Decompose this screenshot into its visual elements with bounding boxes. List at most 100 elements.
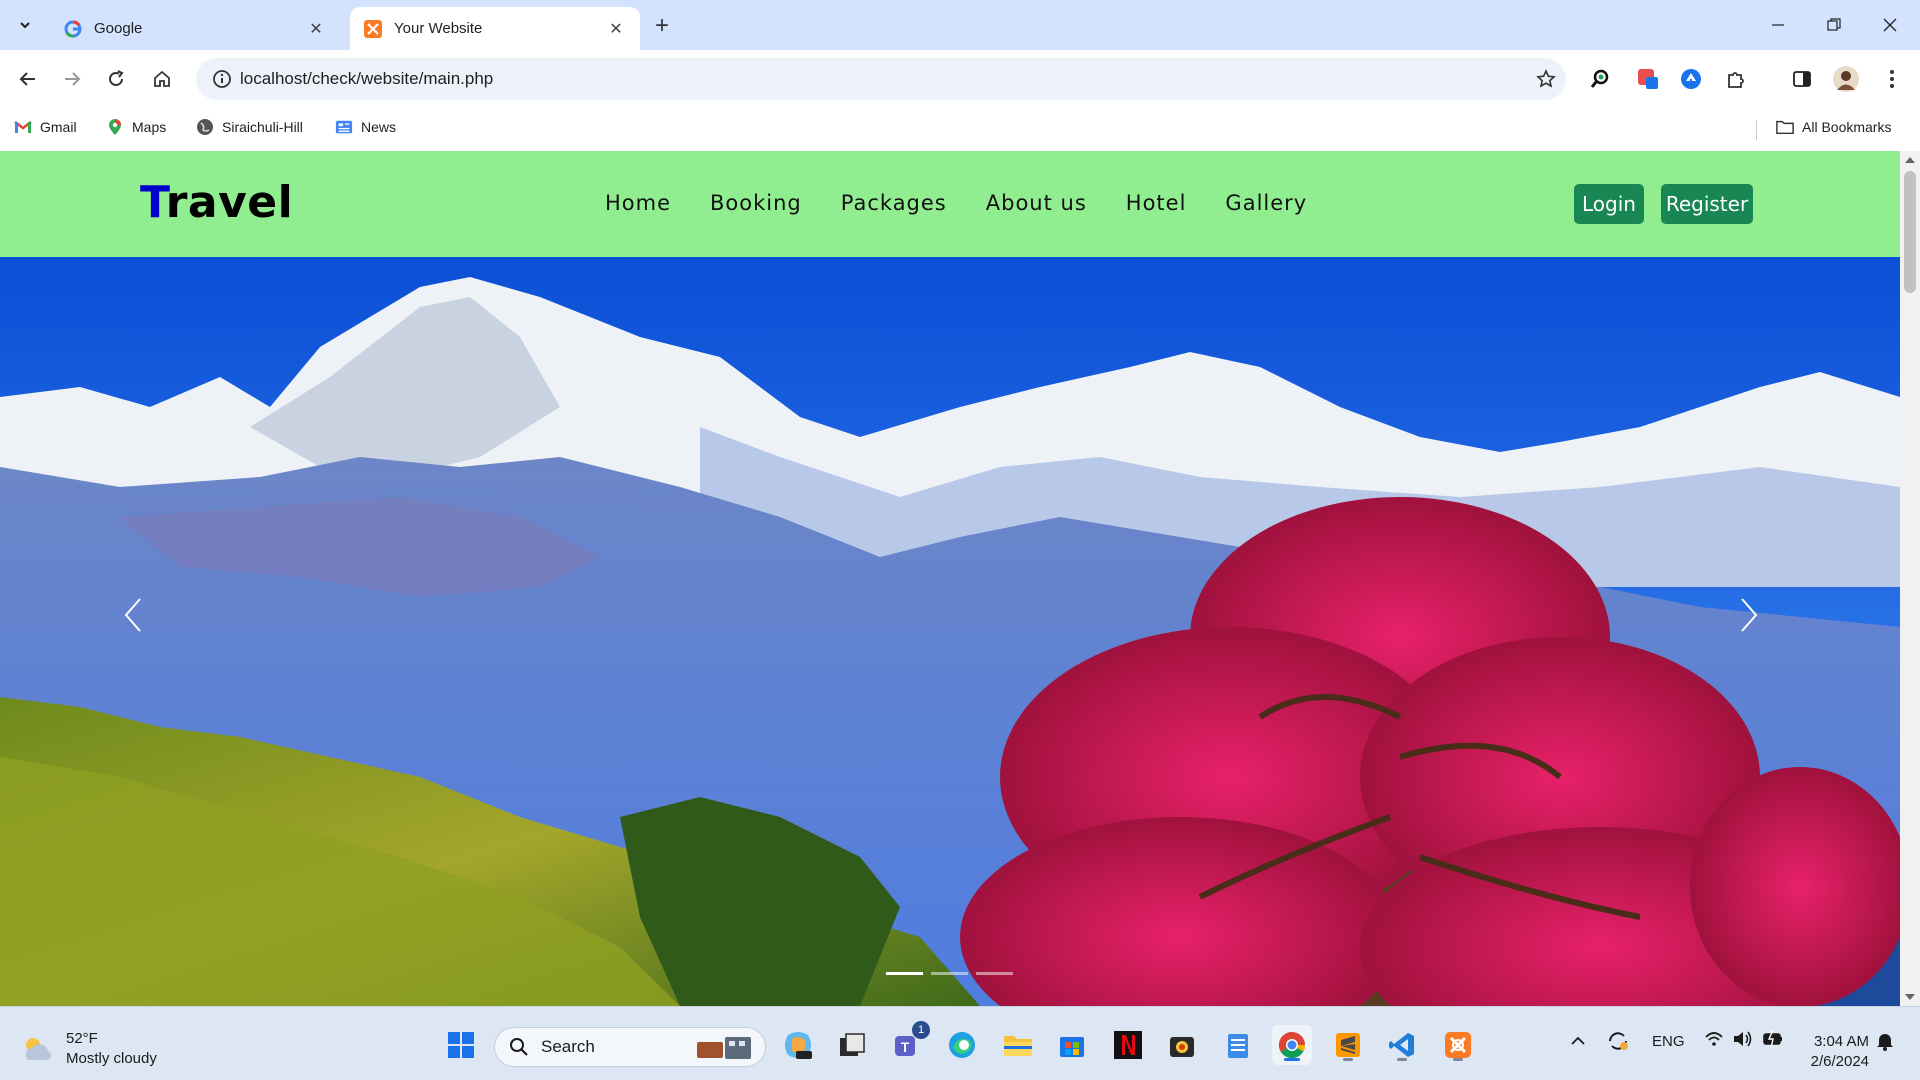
weather-temp: 52°F <box>66 1030 98 1047</box>
bookmark-star-icon[interactable] <box>1526 69 1566 89</box>
reload-button[interactable] <box>99 62 133 96</box>
netflix-icon[interactable] <box>1108 1025 1148 1065</box>
lens-extension-icon[interactable] <box>1584 63 1616 95</box>
cast-extension-icon[interactable] <box>1632 63 1664 95</box>
nav-gallery[interactable]: Gallery <box>1225 191 1307 215</box>
file-explorer-icon[interactable] <box>998 1025 1038 1065</box>
windows-logo-icon <box>448 1032 474 1058</box>
close-window-button[interactable] <box>1870 10 1910 40</box>
site-info-icon[interactable] <box>204 69 240 89</box>
all-bookmarks-button[interactable]: All Bookmarks <box>1776 118 1891 136</box>
search-highlight-icon <box>697 1037 751 1059</box>
chevron-right-icon <box>1741 598 1758 632</box>
carousel-indicator[interactable] <box>886 972 923 975</box>
main-nav: Home Booking Packages About us Hotel Gal… <box>605 191 1346 215</box>
teams-icon[interactable]: T 1 <box>888 1021 930 1065</box>
weather-widget[interactable]: 52°F Mostly cloudy <box>20 1029 157 1069</box>
carousel-next-button[interactable] <box>1738 597 1778 647</box>
carousel-prev-button[interactable] <box>122 597 162 647</box>
vscode-icon[interactable] <box>1382 1025 1422 1065</box>
tab-your-website[interactable]: Your Website ✕ <box>350 7 640 50</box>
notepad-icon[interactable] <box>1218 1025 1258 1065</box>
logo-first-letter: T <box>140 177 166 228</box>
nav-about-us[interactable]: About us <box>986 191 1087 215</box>
carousel-indicator[interactable] <box>976 972 1013 975</box>
clock-date: 2/6/2024 <box>1810 1053 1869 1070</box>
restore-button[interactable] <box>1814 10 1854 40</box>
profile-avatar[interactable] <box>1830 63 1862 95</box>
bookmark-siraichuli-hill[interactable]: Siraichuli-Hill <box>196 118 303 136</box>
site-header: Travel Home Booking Packages About us Ho… <box>0 151 1900 257</box>
media-app-icon[interactable] <box>1162 1025 1202 1065</box>
task-view-icon[interactable] <box>832 1025 872 1065</box>
chevron-left-icon <box>124 598 141 632</box>
minimize-button[interactable] <box>1758 10 1798 40</box>
teams-badge: 1 <box>912 1021 930 1039</box>
taskbar-search[interactable]: Search <box>494 1027 766 1067</box>
register-button[interactable]: Register <box>1661 184 1753 224</box>
address-bar[interactable]: localhost/check/website/main.php <box>196 58 1566 100</box>
active-app-indicator <box>1284 1058 1300 1061</box>
volume-icon[interactable] <box>1732 1029 1754 1053</box>
carousel-indicators <box>886 972 1013 975</box>
clock[interactable]: 3:04 AM 2/6/2024 <box>1795 1032 1869 1072</box>
maps-pin-icon <box>106 118 124 136</box>
close-tab-icon[interactable]: ✕ <box>306 19 326 39</box>
carousel-indicator[interactable] <box>931 972 968 975</box>
arrow-left-icon <box>19 72 35 86</box>
bookmark-news[interactable]: News <box>335 118 396 136</box>
page-viewport: Travel Home Booking Packages About us Ho… <box>0 151 1920 1006</box>
edge-icon[interactable] <box>942 1025 982 1065</box>
drive-extension-icon[interactable] <box>1675 63 1707 95</box>
close-icon <box>1883 18 1897 32</box>
logo-rest: ravel <box>165 177 294 228</box>
scrollbar-thumb[interactable] <box>1904 171 1916 293</box>
xampp-taskbar-icon[interactable] <box>1438 1025 1478 1065</box>
sublime-text-icon[interactable] <box>1328 1025 1368 1065</box>
back-button[interactable] <box>11 62 45 96</box>
scroll-down-icon[interactable] <box>1905 994 1915 1000</box>
reload-icon <box>109 70 124 86</box>
nav-home[interactable]: Home <box>605 191 671 215</box>
forward-button[interactable] <box>55 62 89 96</box>
side-panel-icon[interactable] <box>1786 63 1818 95</box>
page-scrollbar[interactable] <box>1900 151 1920 1006</box>
hero-image <box>0 257 1900 1006</box>
cloudy-weather-icon <box>25 1038 51 1060</box>
login-button[interactable]: Login <box>1574 184 1644 224</box>
folder-icon <box>1776 118 1794 136</box>
running-app-indicator <box>1343 1058 1353 1061</box>
battery-icon[interactable] <box>1762 1029 1784 1053</box>
google-g-icon <box>64 20 82 37</box>
home-button[interactable] <box>145 62 179 96</box>
scroll-up-icon[interactable] <box>1905 157 1915 163</box>
more-menu-icon[interactable] <box>1876 63 1908 95</box>
tab-search-button[interactable] <box>10 10 40 40</box>
weather-description: Mostly cloudy <box>66 1050 157 1067</box>
new-tab-button[interactable]: + <box>648 12 676 40</box>
search-icon <box>510 1038 528 1056</box>
tab-google[interactable]: Google ✕ <box>50 7 340 50</box>
bookmarks-divider <box>1756 120 1757 140</box>
nav-hotel[interactable]: Hotel <box>1126 191 1187 215</box>
notification-bell-icon[interactable] <box>1876 1031 1894 1055</box>
extensions-puzzle-icon[interactable] <box>1720 63 1752 95</box>
bookmark-maps[interactable]: Maps <box>106 118 166 136</box>
tab-strip: Google ✕ Your Website ✕ + <box>0 0 1920 50</box>
microsoft-store-icon[interactable] <box>1052 1025 1092 1065</box>
svg-text:T: T <box>901 1039 910 1055</box>
nav-booking[interactable]: Booking <box>710 191 802 215</box>
wifi-icon[interactable] <box>1704 1029 1724 1053</box>
close-tab-icon[interactable]: ✕ <box>606 19 626 39</box>
nav-packages[interactable]: Packages <box>841 191 947 215</box>
chrome-taskbar-icon[interactable] <box>1272 1025 1312 1065</box>
bookmarks-bar: Gmail Maps Siraichuli-Hill News All Book… <box>0 108 1920 151</box>
sync-icon[interactable] <box>1606 1029 1630 1057</box>
bookmark-gmail[interactable]: Gmail <box>14 118 77 136</box>
copilot-preview-icon[interactable] <box>778 1025 818 1065</box>
site-logo[interactable]: Travel <box>140 177 293 228</box>
show-hidden-icons-button[interactable] <box>1570 1033 1586 1053</box>
running-app-indicator <box>1453 1058 1463 1061</box>
start-button[interactable] <box>441 1025 481 1065</box>
language-indicator[interactable]: ENG <box>1652 1033 1685 1050</box>
